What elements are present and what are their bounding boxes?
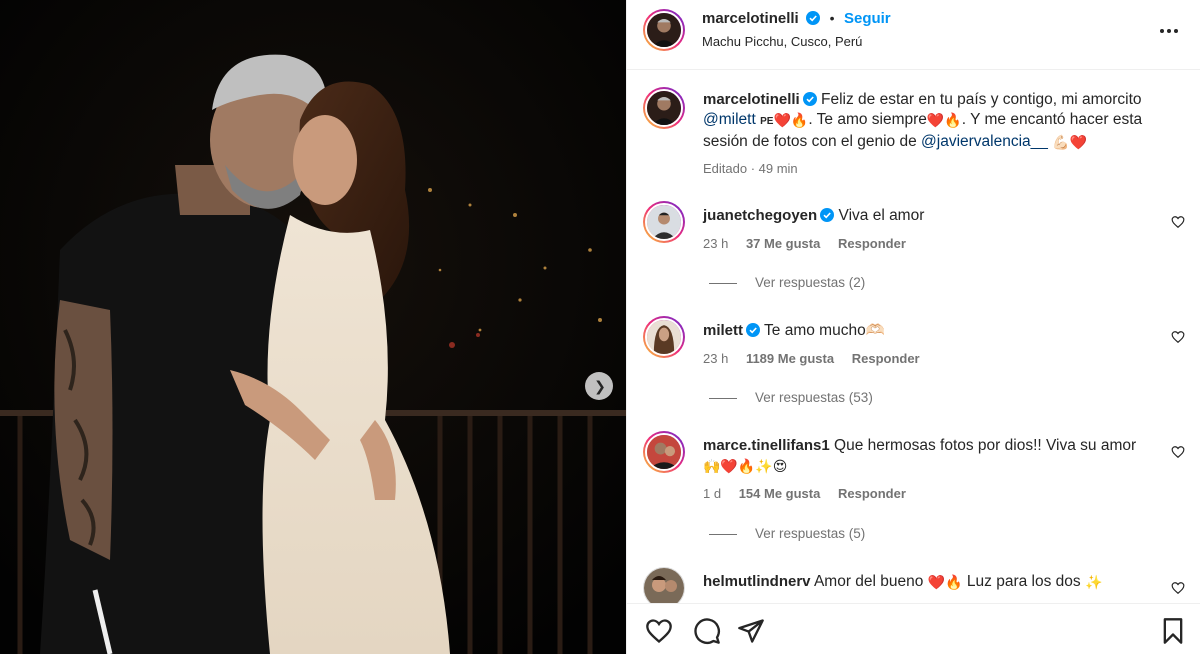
view-replies-label: Ver respuestas (53)	[755, 390, 873, 405]
replies-divider	[709, 282, 737, 284]
comment-text: Que hermosas fotos por dios!! Viva su am…	[834, 437, 1137, 454]
comment-emojis: ❤️🔥	[927, 574, 963, 590]
post-photo: ❯	[0, 0, 626, 654]
photo-illustration	[0, 0, 626, 654]
comment-meta: 23 h 37 Me gusta Responder	[703, 234, 1163, 254]
replies-divider	[709, 397, 737, 399]
comment-body: helmutlindnerv Amor del bueno ❤️🔥 Luz pa…	[703, 572, 1163, 592]
commenter-avatar[interactable]	[643, 431, 685, 473]
reply-button[interactable]: Responder	[838, 486, 906, 501]
view-replies-label: Ver respuestas (2)	[755, 275, 866, 290]
comments-list: marcelotinelli Feliz de estar en tu país…	[627, 71, 1200, 603]
comment-username[interactable]: marce.tinellifans1	[703, 437, 830, 454]
commenter-avatar[interactable]	[643, 567, 685, 603]
post-location[interactable]: Machu Picchu, Cusco, Perú	[702, 34, 862, 49]
commenter-avatar[interactable]	[643, 201, 685, 243]
flag-label: PE	[760, 116, 774, 127]
author-avatar[interactable]	[643, 87, 685, 129]
verified-icon	[802, 92, 817, 106]
comment-meta: 1 d 154 Me gusta Responder	[703, 484, 1163, 504]
mention-javiervalencia[interactable]: @javiervalencia__	[921, 133, 1048, 150]
bookmark-icon[interactable]	[1159, 617, 1187, 645]
comment-icon[interactable]	[693, 617, 721, 645]
comment-text-2: Luz para los dos	[966, 573, 1081, 590]
mention-milett[interactable]: @milett	[703, 111, 756, 128]
separator-dot: •	[829, 10, 835, 26]
reply-button[interactable]: Responder	[838, 236, 906, 251]
comment-body: marce.tinellifans1 Que hermosas fotos po…	[703, 436, 1163, 504]
comment-time[interactable]: 1 d	[703, 486, 721, 501]
caption-emojis-3: 💪🏻❤️	[1052, 134, 1088, 150]
heart-icon[interactable]	[1171, 445, 1185, 459]
caption-username[interactable]: marcelotinelli	[703, 91, 800, 108]
comment-likes[interactable]: 37 Me gusta	[746, 236, 820, 251]
comment-emojis: 🙌❤️🔥✨😍	[703, 458, 788, 474]
caption-text-2: . Te amo siempre	[808, 111, 927, 128]
view-replies-button[interactable]: Ver respuestas (5)	[709, 526, 865, 541]
comment-username[interactable]: milett	[703, 322, 743, 339]
comment-username[interactable]: helmutlindnerv	[703, 573, 811, 590]
follow-button[interactable]: Seguir	[844, 10, 891, 27]
header-title-row: marcelotinelli • Seguir	[702, 10, 891, 28]
comment-text: Amor del bueno	[813, 573, 924, 590]
caption-text-1: Feliz de estar en tu país y contigo, mi …	[821, 91, 1142, 108]
comment-time[interactable]: 23 h	[703, 236, 728, 251]
caption-text: marcelotinelli Feliz de estar en tu país…	[703, 90, 1163, 179]
comment-meta: 23 h 1189 Me gusta Responder	[703, 349, 1163, 369]
view-replies-button[interactable]: Ver respuestas (53)	[709, 390, 873, 405]
action-bar	[627, 603, 1200, 654]
comment-username[interactable]: juanetchegoyen	[703, 207, 817, 224]
heart-icon[interactable]	[1171, 330, 1185, 344]
comment-time[interactable]: 23 h	[703, 351, 728, 366]
comment-body: juanetchegoyen Viva el amor 23 h 37 Me g…	[703, 206, 1163, 254]
next-photo-button[interactable]: ❯	[585, 372, 613, 400]
comment-emojis-2: ✨	[1084, 574, 1103, 590]
comment-text: Te amo mucho🫶🏻	[764, 322, 886, 339]
heart-icon[interactable]	[1171, 581, 1185, 595]
author-username[interactable]: marcelotinelli	[702, 10, 799, 27]
post-header: marcelotinelli • Seguir Machu Picchu, Cu…	[627, 0, 1200, 70]
comment-likes[interactable]: 154 Me gusta	[739, 486, 821, 501]
commenter-avatar[interactable]	[643, 316, 685, 358]
comment-body: milett Te amo mucho🫶🏻 23 h 1189 Me gusta…	[703, 321, 1163, 369]
more-options-icon[interactable]	[1159, 22, 1179, 34]
send-icon[interactable]	[737, 617, 765, 645]
replies-divider	[709, 533, 737, 535]
caption-edited: Editado · 49 min	[703, 161, 798, 176]
heart-icon[interactable]	[645, 617, 673, 645]
caption-emojis-1: ❤️🔥	[773, 112, 809, 128]
chevron-right-icon: ❯	[594, 378, 606, 394]
verified-icon	[746, 323, 761, 337]
verified-icon	[806, 11, 821, 25]
author-avatar[interactable]	[643, 9, 685, 51]
verified-icon	[820, 208, 835, 222]
comment-text: Viva el amor	[838, 207, 925, 224]
post-sidebar: marcelotinelli • Seguir Machu Picchu, Cu…	[626, 0, 1200, 654]
heart-icon[interactable]	[1171, 215, 1185, 229]
reply-button[interactable]: Responder	[852, 351, 920, 366]
comment-likes[interactable]: 1189 Me gusta	[746, 351, 834, 366]
view-replies-button[interactable]: Ver respuestas (2)	[709, 275, 865, 290]
view-replies-label: Ver respuestas (5)	[755, 526, 866, 541]
caption-emojis-2: ❤️🔥	[926, 112, 962, 128]
